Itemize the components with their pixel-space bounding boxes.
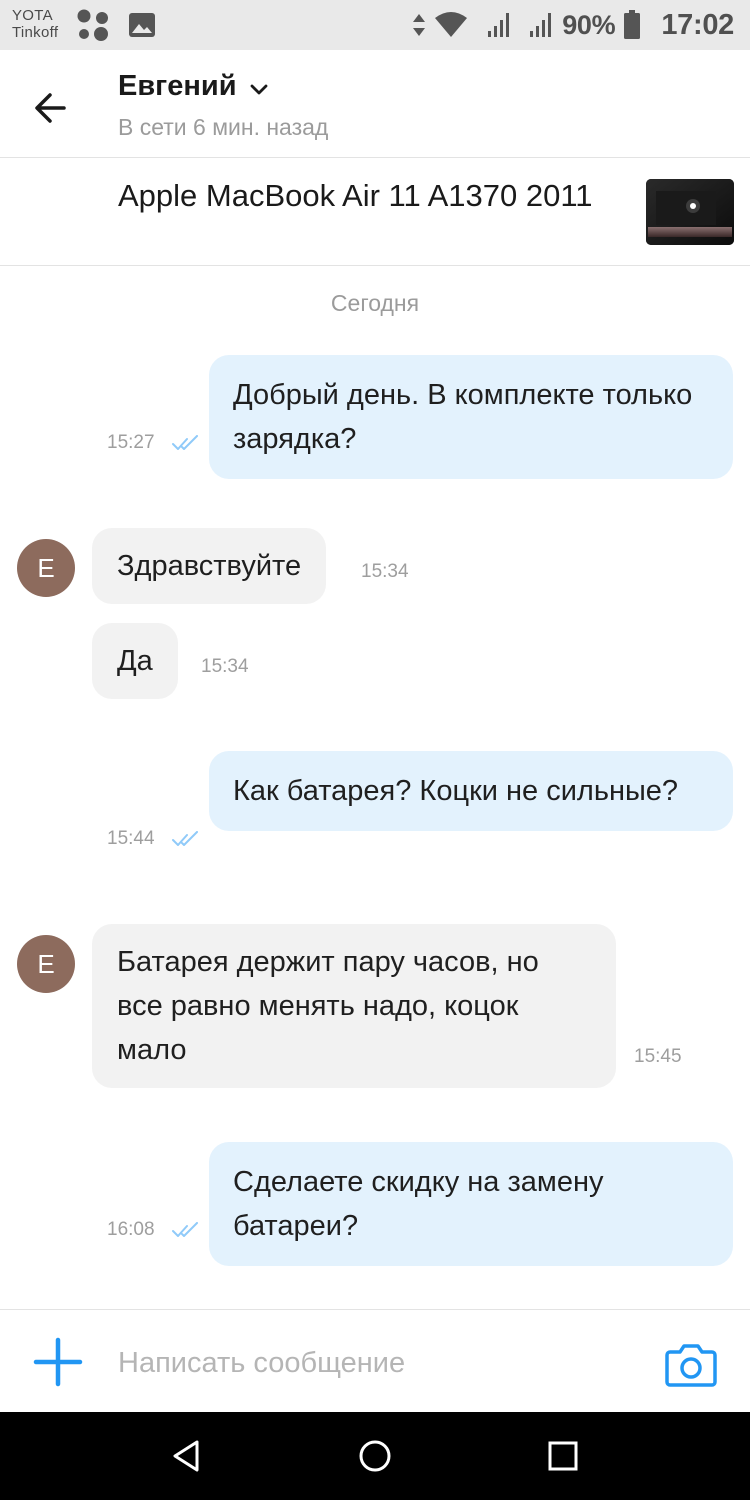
message-input[interactable] bbox=[118, 1336, 618, 1390]
nav-recents-icon[interactable] bbox=[541, 1434, 585, 1478]
wifi-icon bbox=[435, 12, 468, 37]
nav-back-icon[interactable] bbox=[165, 1434, 209, 1478]
system-nav-bar bbox=[0, 1412, 750, 1500]
carrier-line-1: YOTA bbox=[12, 7, 53, 24]
status-icons: 90% 17:02 bbox=[412, 6, 734, 44]
contact-avatar[interactable]: Е bbox=[17, 935, 75, 993]
app-dots-icon bbox=[77, 9, 108, 41]
message-time: 15:34 bbox=[201, 656, 249, 677]
camera-icon[interactable] bbox=[664, 1340, 718, 1388]
incoming-message-bubble[interactable]: Да bbox=[92, 623, 178, 699]
plus-icon[interactable] bbox=[32, 1336, 84, 1388]
back-arrow-icon[interactable] bbox=[30, 85, 86, 131]
message-time: 15:45 bbox=[634, 1046, 682, 1067]
double-check-icon bbox=[172, 435, 198, 450]
listing-card[interactable]: Apple MacBook Air 11 A1370 2011 bbox=[0, 159, 750, 266]
data-arrows-icon bbox=[413, 14, 426, 36]
contact-name[interactable]: Евгений bbox=[118, 70, 237, 103]
nav-home-icon[interactable] bbox=[353, 1434, 397, 1478]
double-check-icon bbox=[172, 1222, 198, 1237]
status-time: 17:02 bbox=[661, 8, 734, 41]
battery-icon bbox=[624, 10, 641, 39]
battery-percent: 90% bbox=[562, 9, 616, 40]
message-time: 15:34 bbox=[361, 561, 409, 582]
listing-title[interactable]: Apple MacBook Air 11 A1370 2011 bbox=[118, 175, 618, 216]
status-bar: YOTA Tinkoff 90% 17:02 bbox=[0, 0, 750, 50]
contact-status: В сети 6 мин. назад bbox=[118, 114, 329, 140]
signal-2-icon bbox=[530, 13, 552, 37]
carrier-label: YOTA Tinkoff bbox=[12, 7, 58, 41]
carrier-line-2: Tinkoff bbox=[12, 24, 59, 41]
message-composer bbox=[0, 1309, 750, 1412]
listing-thumbnail[interactable] bbox=[646, 179, 734, 245]
message-time: 15:44 bbox=[107, 828, 155, 849]
outgoing-message-bubble[interactable]: Добрый день. В комплекте только зарядка? bbox=[209, 355, 733, 479]
gallery-icon bbox=[129, 13, 155, 37]
incoming-message-bubble[interactable]: Здравствуйте bbox=[92, 528, 327, 604]
incoming-message-bubble[interactable]: Батарея держит пару часов, но все равно … bbox=[92, 924, 616, 1088]
chat-header: Евгений В сети 6 мин. назад bbox=[0, 50, 750, 158]
contact-avatar[interactable]: Е bbox=[17, 539, 75, 597]
date-separator: Сегодня bbox=[330, 290, 420, 316]
outgoing-message-bubble[interactable]: Как батарея? Коцки не сильные? bbox=[209, 751, 733, 831]
outgoing-message-bubble[interactable]: Сделаете скидку на замену батареи? bbox=[209, 1142, 733, 1266]
message-time: 16:08 bbox=[107, 1219, 155, 1240]
double-check-icon bbox=[172, 831, 198, 846]
chevron-down-icon[interactable] bbox=[248, 78, 270, 100]
laptop-photo-image bbox=[646, 179, 734, 245]
signal-1-icon bbox=[488, 13, 510, 37]
message-time: 15:27 bbox=[107, 432, 155, 453]
